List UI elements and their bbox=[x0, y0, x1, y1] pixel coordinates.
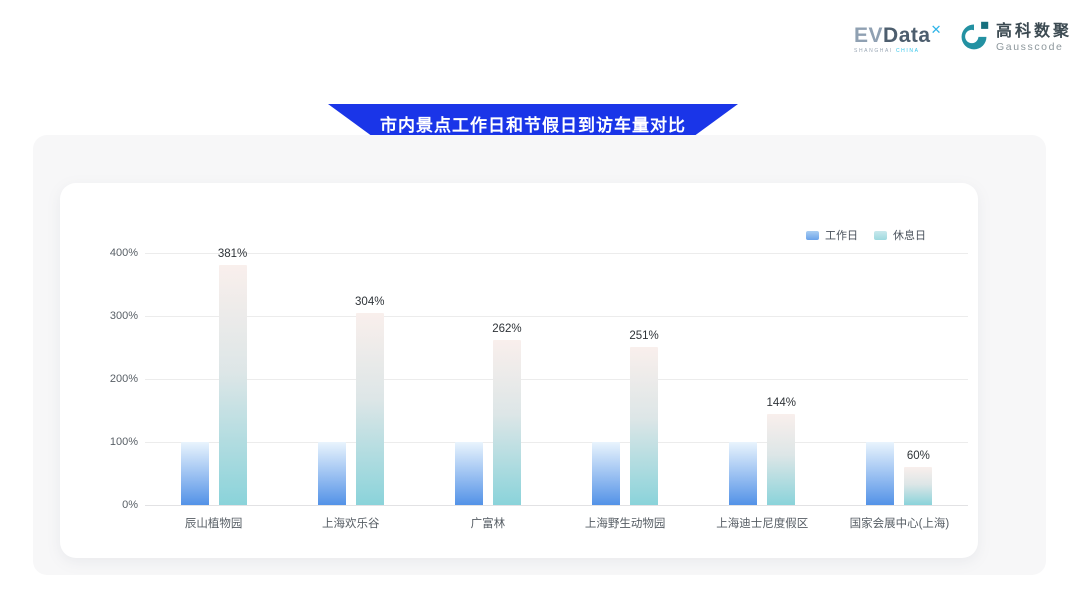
evdata-x-icon: ✕ bbox=[931, 22, 942, 37]
gridline bbox=[145, 379, 968, 380]
evdata-logo: EVData✕ SHANGHAI CHINA bbox=[854, 23, 942, 54]
bar-value-label: 251% bbox=[629, 330, 658, 342]
category-label: 上海迪士尼度假区 bbox=[716, 515, 808, 531]
bar-休息日-3[interactable] bbox=[630, 347, 658, 505]
gausscode-logo: 高科数聚 Gausscode bbox=[958, 20, 1072, 57]
bar-工作日-1[interactable] bbox=[318, 442, 346, 505]
bar-工作日-2[interactable] bbox=[455, 442, 483, 505]
bar-休息日-4[interactable] bbox=[767, 414, 795, 505]
category-label: 上海欢乐谷 bbox=[322, 515, 380, 531]
bar-value-label: 60% bbox=[907, 450, 930, 462]
y-tick-label: 400% bbox=[80, 247, 138, 259]
page: { "header": { "evdata_logo": { "text_ev"… bbox=[0, 0, 1080, 608]
bar-休息日-2[interactable] bbox=[493, 340, 521, 505]
category-label: 辰山植物园 bbox=[185, 515, 243, 531]
category-label: 广富林 bbox=[471, 515, 506, 531]
gridline bbox=[145, 505, 968, 506]
category-label: 国家会展中心(上海) bbox=[850, 515, 950, 531]
gridline bbox=[145, 442, 968, 443]
y-tick-label: 100% bbox=[80, 436, 138, 448]
gausscode-text: 高科数聚 Gausscode bbox=[996, 24, 1072, 53]
gridline bbox=[145, 316, 968, 317]
y-tick-label: 300% bbox=[80, 310, 138, 322]
bar-工作日-3[interactable] bbox=[592, 442, 620, 505]
y-tick-label: 200% bbox=[80, 373, 138, 385]
bar-工作日-4[interactable] bbox=[729, 442, 757, 505]
plot-area: 0% 100% 200% 300% 400% 381% 辰山植物园 304% 上海欢乐谷 262%… bbox=[60, 183, 978, 558]
evdata-subtext: SHANGHAI CHINA bbox=[854, 49, 942, 54]
evdata-wordmark: EVData✕ bbox=[854, 23, 942, 46]
chart-card: 工作日休息日 0%100%200%300%400%381%辰山植物园304%上海… bbox=[60, 183, 978, 558]
gridline bbox=[145, 253, 968, 254]
bar-工作日-0[interactable] bbox=[181, 442, 209, 505]
brand-area: EVData✕ SHANGHAI CHINA 高科数聚 Gausscode bbox=[854, 20, 1072, 57]
bar-工作日-5[interactable] bbox=[866, 442, 894, 505]
category-label: 上海野生动物园 bbox=[585, 515, 666, 531]
bar-休息日-0[interactable] bbox=[219, 265, 247, 505]
bar-value-label: 304% bbox=[355, 296, 384, 308]
bar-value-label: 381% bbox=[218, 248, 247, 260]
page-title: 市内景点工作日和节假日到访车量对比 bbox=[380, 111, 686, 136]
bar-休息日-5[interactable] bbox=[904, 467, 932, 505]
bar-value-label: 144% bbox=[767, 397, 796, 409]
bar-value-label: 262% bbox=[492, 323, 521, 335]
bar-休息日-1[interactable] bbox=[356, 313, 384, 505]
y-tick-label: 0% bbox=[80, 499, 138, 511]
gausscode-g-icon bbox=[958, 20, 990, 57]
